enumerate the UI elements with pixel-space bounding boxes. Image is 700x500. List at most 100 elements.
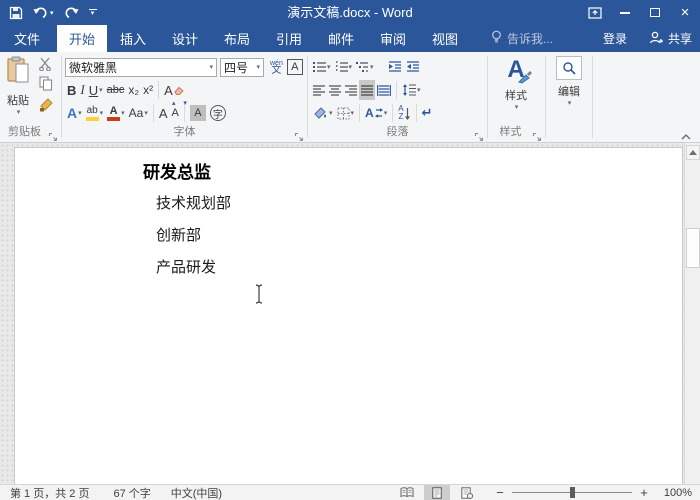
change-case-dropdown-icon[interactable]: ▾ <box>144 109 148 117</box>
tab-insert[interactable]: 插入 <box>107 25 159 52</box>
font-color-dropdown-icon[interactable]: ▾ <box>121 109 125 117</box>
doc-line[interactable]: 技术规划部 <box>156 192 231 213</box>
document-area[interactable]: 研发总监 技术规划部 创新部 产品研发 <box>0 143 700 484</box>
multilevel-list-button[interactable]: ▾ <box>354 57 376 77</box>
asian-layout-button[interactable]: A ▾ <box>363 103 389 123</box>
character-shading-button[interactable]: A <box>188 103 208 123</box>
increase-indent-icon <box>406 61 419 72</box>
font-name-combo[interactable]: 微软雅黑 ▾ <box>65 57 217 77</box>
numbering-dropdown-icon[interactable]: ▾ <box>349 63 353 71</box>
underline-dropdown-icon[interactable]: ▾ <box>99 86 103 94</box>
tab-home[interactable]: 开始 <box>57 25 107 52</box>
clear-formatting-button[interactable]: A <box>162 80 186 100</box>
enclose-characters-button[interactable]: 字 <box>208 103 228 123</box>
styles-button[interactable]: A 样式 ▾ <box>494 56 538 111</box>
line-spacing-dropdown-icon[interactable]: ▾ <box>417 86 421 94</box>
doc-line[interactable]: 产品研发 <box>156 256 216 277</box>
highlight-color-button[interactable]: ab ▾ <box>84 103 106 123</box>
read-mode-button[interactable] <box>394 485 420 500</box>
doc-line[interactable]: 创新部 <box>156 224 201 245</box>
tab-view[interactable]: 视图 <box>419 25 471 52</box>
grow-font-button[interactable]: A ▴ <box>157 100 176 123</box>
zoom-slider[interactable] <box>512 487 632 498</box>
phonetic-guide-button[interactable]: wén 文 <box>268 57 285 77</box>
paste-dropdown-icon[interactable]: ▾ <box>17 108 21 116</box>
copy-icon[interactable] <box>39 76 53 96</box>
word-count-status[interactable]: 67 个字 <box>113 485 150 500</box>
shading-button[interactable]: ▾ <box>311 103 335 123</box>
zoom-slider-thumb[interactable] <box>570 487 575 498</box>
multilevel-dropdown-icon[interactable]: ▾ <box>370 63 374 71</box>
format-painter-icon[interactable] <box>39 97 54 117</box>
web-layout-button[interactable] <box>454 485 480 500</box>
scroll-up-icon[interactable] <box>686 145 700 160</box>
change-case-button[interactable]: Aa ▾ <box>127 103 150 123</box>
font-dialog-launcher-icon[interactable] <box>294 129 304 142</box>
italic-button[interactable]: I <box>78 80 86 100</box>
bold-button[interactable]: B <box>65 80 78 100</box>
styles-dialog-launcher-icon[interactable] <box>532 129 542 142</box>
font-name-dropdown-icon[interactable]: ▾ <box>209 63 213 71</box>
tab-layout[interactable]: 布局 <box>211 25 263 52</box>
font-size-combo[interactable]: 四号 ▾ <box>220 57 264 77</box>
text-effects-dropdown-icon[interactable]: ▾ <box>78 109 82 117</box>
language-status[interactable]: 中文(中国) <box>171 485 222 500</box>
print-layout-button[interactable] <box>424 485 450 500</box>
line-spacing-button[interactable]: ▾ <box>400 80 423 100</box>
bullets-button[interactable]: ▾ <box>311 57 333 77</box>
paragraph-dialog-launcher-icon[interactable] <box>474 129 484 142</box>
borders-button[interactable]: ▾ <box>335 103 357 123</box>
zoom-in-icon[interactable]: + <box>638 485 650 500</box>
align-right-button[interactable] <box>343 80 359 100</box>
shrink-font-button[interactable]: A ▾ <box>170 100 187 123</box>
tell-me-box[interactable]: 告诉我... <box>491 25 553 52</box>
font-color-button[interactable]: A ▾ <box>105 103 127 123</box>
subscript-button[interactable]: x₂ <box>126 80 141 100</box>
close-icon[interactable]: × <box>670 0 700 25</box>
ribbon-display-options-icon[interactable] <box>580 0 610 25</box>
clipboard-dialog-launcher-icon[interactable] <box>48 129 58 142</box>
align-left-button[interactable] <box>311 80 327 100</box>
share-button[interactable]: 共享 <box>649 30 692 47</box>
text-effects-button[interactable]: A ▾ <box>65 103 84 123</box>
tab-design[interactable]: 设计 <box>159 25 211 52</box>
asian-layout-dropdown-icon[interactable]: ▾ <box>384 109 388 117</box>
sign-in-button[interactable]: 登录 <box>603 30 627 47</box>
bullets-dropdown-icon[interactable]: ▾ <box>327 63 331 71</box>
highlight-dropdown-icon[interactable]: ▾ <box>100 109 104 117</box>
editing-button[interactable]: 编辑 ▾ <box>551 56 587 107</box>
justify-button[interactable] <box>359 80 375 100</box>
borders-dropdown-icon[interactable]: ▾ <box>351 109 355 117</box>
tab-review[interactable]: 审阅 <box>367 25 419 52</box>
minimize-icon[interactable] <box>610 0 640 25</box>
document-page[interactable]: 研发总监 技术规划部 创新部 产品研发 <box>14 147 683 484</box>
underline-button[interactable]: U ▾ <box>87 80 105 100</box>
tab-mailings[interactable]: 邮件 <box>315 25 367 52</box>
superscript-button[interactable]: x² <box>141 80 155 100</box>
tab-references[interactable]: 引用 <box>263 25 315 52</box>
styles-dropdown-icon[interactable]: ▾ <box>515 103 519 111</box>
strikethrough-button[interactable]: abc <box>105 80 127 100</box>
numbering-button[interactable]: ▾ <box>333 57 355 77</box>
increase-indent-button[interactable] <box>404 57 422 77</box>
decrease-indent-button[interactable] <box>386 57 404 77</box>
zoom-out-icon[interactable]: − <box>494 485 506 500</box>
vertical-scrollbar[interactable] <box>684 143 700 484</box>
zoom-level[interactable]: 100% <box>650 487 692 499</box>
align-center-button[interactable] <box>327 80 343 100</box>
editing-dropdown-icon[interactable]: ▾ <box>568 99 572 107</box>
show-hide-marks-button[interactable]: ↵ <box>420 103 435 123</box>
scrollbar-thumb[interactable] <box>686 228 700 268</box>
tab-file[interactable]: 文件 <box>4 25 50 52</box>
shading-dropdown-icon[interactable]: ▾ <box>329 109 333 117</box>
maximize-icon[interactable] <box>640 0 670 25</box>
distribute-button[interactable] <box>375 80 393 100</box>
doc-heading[interactable]: 研发总监 <box>143 158 211 183</box>
sort-button[interactable]: A Z <box>396 103 412 123</box>
page-number-status[interactable]: 第 1 页，共 2 页 <box>10 485 89 500</box>
paste-button[interactable]: 粘贴 ▾ <box>2 56 34 116</box>
character-border-button[interactable]: A <box>285 57 305 77</box>
cut-icon[interactable] <box>38 57 54 76</box>
font-size-dropdown-icon[interactable]: ▾ <box>256 63 260 71</box>
align-center-icon <box>329 84 341 96</box>
